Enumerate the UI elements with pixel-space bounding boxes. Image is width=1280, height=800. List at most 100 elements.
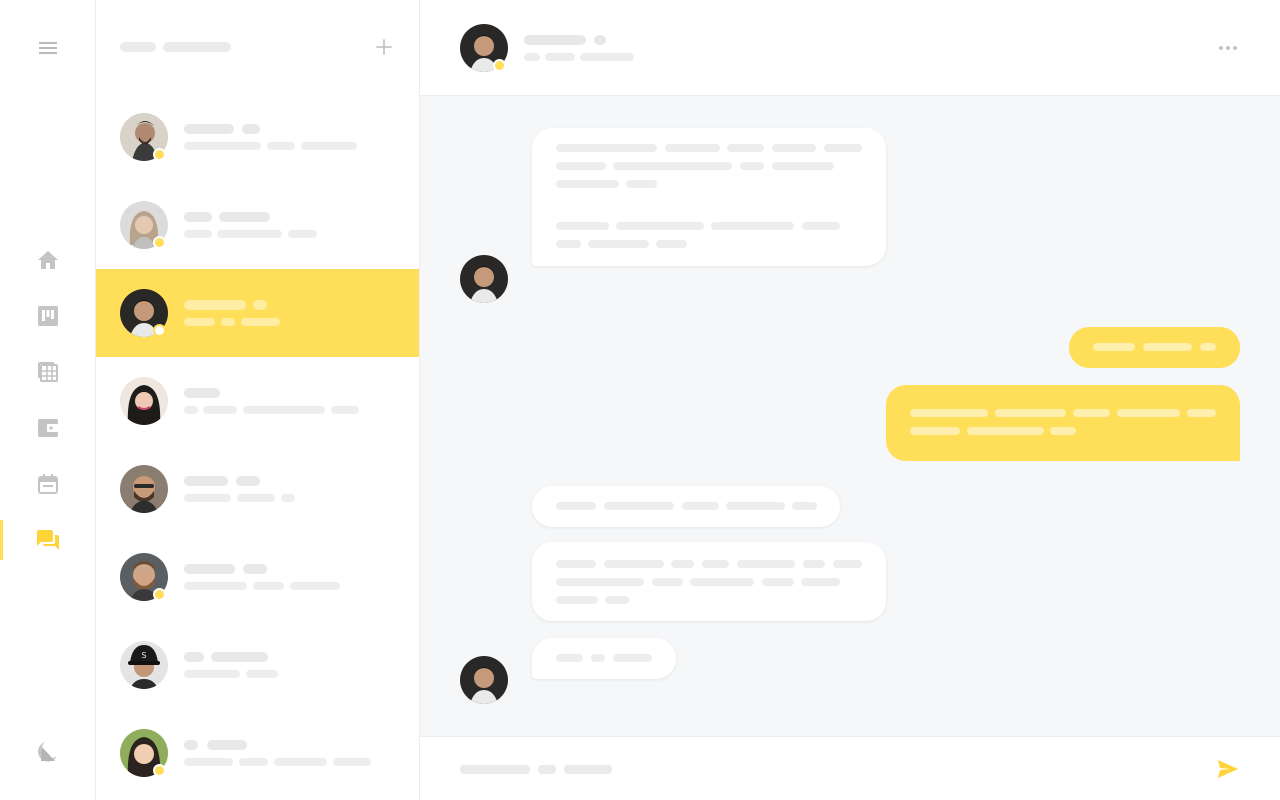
online-status-dot	[153, 236, 166, 249]
message-text-placeholder	[711, 222, 794, 230]
name-placeholder	[253, 300, 267, 310]
message-text-placeholder	[737, 560, 795, 568]
incoming-message[interactable]	[532, 486, 840, 527]
sender-avatar	[460, 656, 508, 704]
message-text-placeholder	[910, 427, 960, 435]
chat-icon[interactable]	[36, 528, 60, 552]
message-text-placeholder	[656, 240, 687, 248]
message-text-placeholder	[556, 222, 609, 230]
preview-placeholder	[253, 582, 284, 590]
contact-name-placeholder	[594, 35, 606, 45]
conversation-item[interactable]	[96, 93, 419, 181]
preview-placeholder	[290, 582, 340, 590]
contact-status-placeholder	[524, 53, 540, 61]
message-text-placeholder	[591, 654, 605, 662]
conversation-item[interactable]	[96, 181, 419, 269]
conversation-item[interactable]	[96, 445, 419, 533]
name-placeholder	[207, 740, 247, 750]
message-text-placeholder	[762, 578, 794, 586]
preview-placeholder	[184, 758, 233, 766]
wallet-icon[interactable]	[36, 416, 60, 440]
menu-icon[interactable]	[36, 36, 60, 60]
message-text-placeholder	[967, 427, 1044, 435]
name-placeholder	[219, 212, 270, 222]
preview-placeholder	[203, 406, 237, 414]
message-text-placeholder	[833, 560, 862, 568]
name-placeholder	[242, 124, 260, 134]
message-text-placeholder	[604, 560, 664, 568]
message-text-placeholder	[605, 596, 629, 604]
calendar-icon[interactable]	[36, 472, 60, 496]
incoming-message[interactable]	[532, 542, 886, 621]
online-status-dot	[153, 588, 166, 601]
preview-placeholder	[221, 318, 235, 326]
incoming-message[interactable]	[532, 638, 676, 679]
message-text-placeholder	[995, 409, 1066, 417]
message-text-placeholder	[792, 502, 817, 510]
name-placeholder	[184, 300, 246, 310]
online-status-dot	[153, 764, 166, 777]
list-title-placeholder	[120, 42, 156, 52]
chat-panel	[420, 0, 1280, 800]
message-text-placeholder	[556, 240, 581, 248]
message-text-placeholder	[1050, 427, 1076, 435]
conversation-item[interactable]	[96, 533, 419, 621]
contact-status-placeholder	[580, 53, 634, 61]
contact-name-placeholder	[524, 35, 586, 45]
more-horizontal-icon[interactable]	[1216, 40, 1240, 56]
name-placeholder	[184, 652, 204, 662]
name-placeholder	[184, 388, 220, 398]
preview-placeholder	[246, 670, 278, 678]
message-text-placeholder	[626, 180, 657, 188]
preview-placeholder	[184, 230, 212, 238]
avatar: S	[120, 641, 168, 689]
theme-toggle-icon[interactable]	[36, 740, 60, 764]
send-icon[interactable]	[1216, 757, 1240, 781]
online-status-dot	[153, 324, 166, 337]
message-text-placeholder	[690, 578, 754, 586]
avatar	[120, 377, 168, 425]
home-icon[interactable]	[36, 248, 60, 272]
chat-app: S	[0, 0, 1280, 800]
message-text-placeholder	[1187, 409, 1216, 417]
outgoing-message[interactable]	[886, 385, 1240, 461]
message-thread	[420, 96, 1280, 736]
preview-placeholder	[281, 494, 295, 502]
plus-icon[interactable]	[374, 37, 394, 57]
avatar	[120, 465, 168, 513]
incoming-message[interactable]	[532, 128, 886, 266]
message-text-placeholder	[727, 144, 764, 152]
message-text-placeholder	[671, 560, 694, 568]
message-text-placeholder	[1200, 343, 1216, 351]
online-status-dot	[153, 148, 166, 161]
composer-placeholder	[564, 765, 612, 774]
conversation-item[interactable]	[96, 709, 419, 797]
preview-placeholder	[184, 318, 215, 326]
message-text-placeholder	[613, 162, 732, 170]
preview-placeholder	[184, 494, 231, 502]
message-composer[interactable]	[420, 736, 1280, 800]
name-placeholder	[184, 124, 234, 134]
name-placeholder	[243, 564, 267, 574]
preview-placeholder	[333, 758, 371, 766]
preview-placeholder	[274, 758, 327, 766]
conversation-item-selected[interactable]	[96, 269, 419, 357]
name-placeholder	[184, 564, 235, 574]
outgoing-message[interactable]	[1069, 327, 1240, 368]
preview-placeholder	[184, 142, 261, 150]
preview-placeholder	[184, 670, 240, 678]
spreadsheet-icon[interactable]	[36, 360, 60, 384]
preview-placeholder	[217, 230, 282, 238]
message-text-placeholder	[556, 654, 583, 662]
preview-placeholder	[239, 758, 268, 766]
board-icon[interactable]	[36, 304, 60, 328]
conversation-item[interactable]: S	[96, 621, 419, 709]
chat-header	[420, 0, 1280, 96]
preview-placeholder	[301, 142, 357, 150]
message-text-placeholder	[802, 222, 840, 230]
conversation-item[interactable]	[96, 357, 419, 445]
list-title-placeholder	[163, 42, 231, 52]
message-text-placeholder	[1143, 343, 1192, 351]
message-text-placeholder	[1093, 343, 1135, 351]
name-placeholder	[236, 476, 260, 486]
